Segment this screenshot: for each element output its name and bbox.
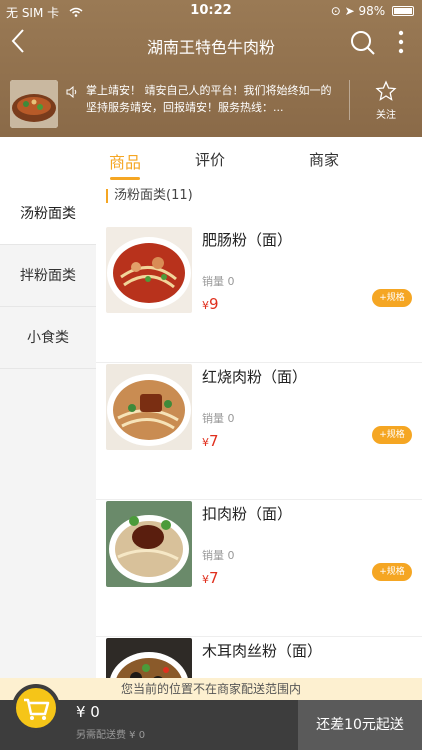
product-image: [106, 501, 192, 587]
spec-button[interactable]: +规格: [372, 426, 412, 444]
status-bar: 无 SIM 卡 10:22 ⊙ ➤ 98%: [0, 0, 422, 22]
product-item[interactable]: 扣肉粉（面） 销量 0 ¥7 +规格: [96, 501, 422, 637]
product-price: ¥9: [202, 295, 219, 313]
spec-button[interactable]: +规格: [372, 289, 412, 307]
product-item[interactable]: 红烧肉粉（面） 销量 0 ¥7 +规格: [96, 364, 422, 500]
divider: [349, 80, 350, 120]
tab-reviews[interactable]: 评价: [170, 149, 250, 170]
search-button[interactable]: [350, 30, 376, 56]
header-area: 无 SIM 卡 10:22 ⊙ ➤ 98% 湖南王特色牛肉粉 掌上靖安！ 靖安自…: [0, 0, 422, 137]
cart-bar: ¥ 0 另需配送费 ¥ 0 还差10元起送: [0, 684, 422, 750]
cart-total: ¥ 0: [76, 703, 100, 721]
delivery-range-notice: 您当前的位置不在商家配送范围内: [0, 678, 422, 700]
category-sidebar: 汤粉面类 拌粉面类 小食类: [0, 183, 96, 703]
product-price: ¥7: [202, 432, 219, 450]
search-icon: [351, 31, 375, 55]
battery-percent: 98%: [358, 4, 386, 18]
price-symbol: ¥: [202, 436, 209, 449]
follow-label: 关注: [376, 110, 396, 121]
product-image: [106, 364, 192, 450]
shop-notice: 掌上靖安！ 靖安自己人的平台！我们将始终如一的坚持服务靖安，回报靖安！服务热线：…: [86, 84, 332, 114]
section-title: 汤粉面类(11): [106, 189, 193, 203]
price-value: 9: [209, 295, 219, 313]
shop-info: 掌上靖安！ 靖安自己人的平台！我们将始终如一的坚持服务靖安，回报靖安！服务热线：…: [0, 66, 422, 137]
product-sales: 销量 0: [202, 412, 235, 425]
shop-logo: [10, 80, 58, 128]
product-list: 汤粉面类(11) 肥肠粉（面） 销量 0 ¥9 +规格 红烧肉粉（面） 销量 0…: [96, 183, 422, 703]
star-icon: [360, 80, 412, 106]
price-symbol: ¥: [202, 299, 209, 312]
more-button[interactable]: [396, 30, 406, 56]
tab-products[interactable]: 商品: [85, 149, 165, 173]
product-name: 红烧肉粉（面）: [202, 368, 308, 386]
delivery-fee: 另需配送费 ¥ 0: [76, 730, 146, 741]
tab-merchant[interactable]: 商家: [284, 149, 364, 170]
product-price: ¥7: [202, 569, 219, 587]
sidebar-item-soup-noodles[interactable]: 汤粉面类: [0, 183, 96, 245]
shopping-cart-icon: [24, 698, 50, 720]
product-name: 肥肠粉（面）: [202, 231, 293, 249]
sidebar-item-snacks[interactable]: 小食类: [0, 307, 96, 369]
status-right: ⊙ ➤ 98%: [331, 4, 414, 18]
spec-button[interactable]: +规格: [372, 563, 412, 581]
speaker-icon: [66, 85, 78, 99]
nav-bar: 湖南王特色牛肉粉: [0, 22, 422, 66]
product-name: 木耳肉丝粉（面）: [202, 642, 323, 660]
product-image: [106, 227, 192, 313]
product-sales: 销量 0: [202, 275, 235, 288]
price-value: 7: [209, 569, 219, 587]
cart-button[interactable]: [12, 684, 60, 732]
follow-button[interactable]: 关注: [360, 80, 412, 124]
more-vertical-icon: [398, 30, 404, 54]
location-arrow-icon: ➤: [344, 4, 355, 18]
tab-bar: 商品 评价 商家: [0, 137, 422, 183]
product-sales: 销量 0: [202, 549, 235, 562]
product-item[interactable]: 肥肠粉（面） 销量 0 ¥9 +规格: [96, 227, 422, 363]
tab-indicator: [110, 177, 140, 180]
price-value: 7: [209, 432, 219, 450]
product-name: 扣肉粉（面）: [202, 505, 293, 523]
battery-icon: [392, 6, 414, 16]
checkout-button[interactable]: 还差10元起送: [298, 700, 422, 750]
sidebar-item-mixed-noodles[interactable]: 拌粉面类: [0, 245, 96, 307]
lock-rotation-icon: ⊙: [330, 4, 341, 18]
price-symbol: ¥: [202, 573, 209, 586]
